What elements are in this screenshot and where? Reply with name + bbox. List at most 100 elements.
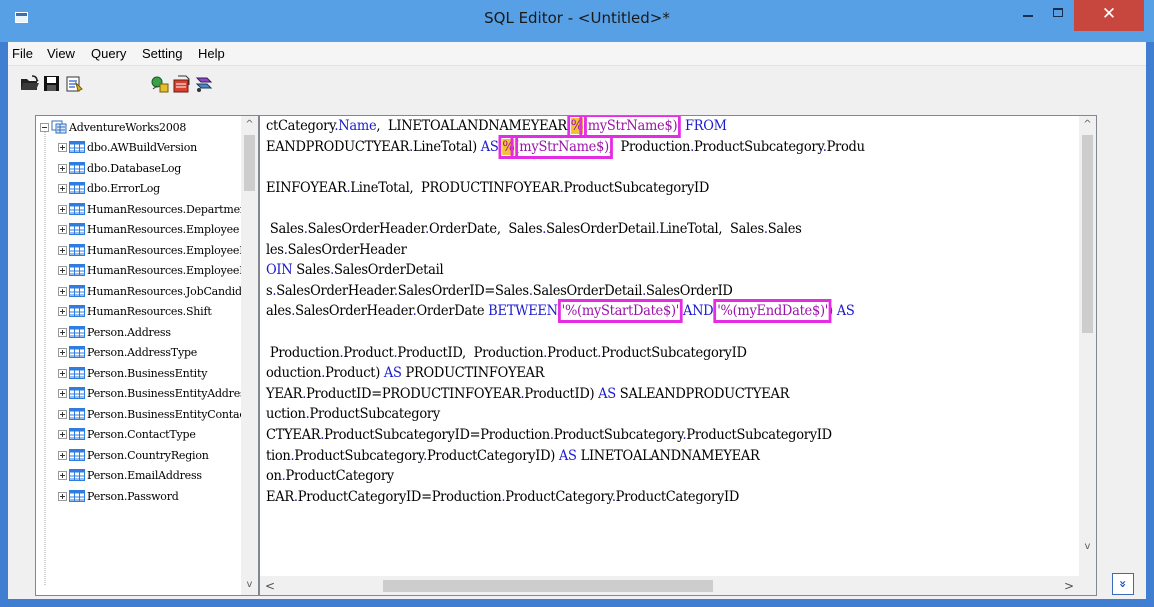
sql-text: YEAR xyxy=(266,385,303,402)
expand-panel-button[interactable]: » xyxy=(1112,573,1134,595)
expand-icon[interactable] xyxy=(58,245,67,255)
tree-node-label: HumanResources.Department xyxy=(87,202,241,216)
table-icon xyxy=(69,325,85,339)
expand-icon[interactable] xyxy=(58,204,67,214)
table-icon xyxy=(69,243,85,257)
code-line: on.ProductCategory xyxy=(266,468,394,484)
sql-text: OrderDate xyxy=(416,303,489,320)
title-bar[interactable]: SQL Editor - <Untitled>* ✕ xyxy=(0,0,1154,42)
code-line: Production.Product.ProductID, Production… xyxy=(266,345,747,361)
minimize-button[interactable] xyxy=(1014,0,1042,31)
import-data-icon[interactable] xyxy=(172,74,192,94)
tree-node-label: HumanResources.Shift xyxy=(87,305,212,318)
options-icon[interactable] xyxy=(194,74,214,94)
expand-icon[interactable] xyxy=(58,409,67,419)
sql-text: ProductSubcategoryID xyxy=(601,344,747,361)
expand-icon[interactable] xyxy=(58,450,67,460)
sql-text: LineTotal, PRODUCTINFOYEAR xyxy=(350,179,560,196)
tree-vertical-scrollbar[interactable]: ^ v xyxy=(241,116,258,595)
expand-icon[interactable] xyxy=(58,471,67,480)
expand-icon[interactable] xyxy=(58,389,67,398)
sql-text: OrderDate, Sales xyxy=(429,221,543,237)
expand-icon[interactable] xyxy=(58,368,67,378)
tree-node-label: dbo.ErrorLog xyxy=(87,182,161,195)
close-button[interactable]: ✕ xyxy=(1074,0,1144,31)
sql-keyword: ) AS xyxy=(828,303,855,320)
query-builder-icon[interactable] xyxy=(150,74,170,94)
table-icon xyxy=(69,222,85,236)
tree-root-label: AdventureWorks2008 xyxy=(69,121,187,134)
editor-scroll-thumb[interactable] xyxy=(1082,135,1093,333)
execute-query-icon[interactable] xyxy=(64,74,84,94)
sql-text: SalesOrderHeader xyxy=(276,282,394,299)
table-icon xyxy=(69,161,85,175)
code-line: s.SalesOrderHeader.SalesOrderID=Sales.Sa… xyxy=(266,283,733,299)
expand-icon[interactable] xyxy=(58,184,67,193)
code-line: EANDPRODUCTYEAR.LineTotal) AS %(myStrNam… xyxy=(266,134,865,159)
macro-variable-highlight: '%(myEndDate$)' xyxy=(713,299,832,324)
expand-icon[interactable] xyxy=(58,286,67,296)
menu-bar: File View Query Setting Help xyxy=(8,42,1146,66)
menu-query[interactable]: Query xyxy=(91,46,126,61)
open-folder-icon[interactable] xyxy=(20,74,40,94)
menu-view[interactable]: View xyxy=(47,46,75,61)
expand-icon[interactable] xyxy=(58,430,67,439)
table-icon xyxy=(69,202,85,216)
window-title: SQL Editor - <Untitled>* xyxy=(484,9,670,27)
expand-icon[interactable] xyxy=(58,266,67,275)
sql-text: SalesOrderID=Sales xyxy=(397,282,529,299)
editor-vertical-scrollbar[interactable]: ^ v xyxy=(1079,116,1096,576)
expand-icon[interactable] xyxy=(58,225,67,234)
tree-scroll-up-arrow[interactable]: ^ xyxy=(241,116,258,133)
sql-text: , LINETOALANDNAMEYEAR xyxy=(376,118,567,134)
object-tree-content: AdventureWorks2008 dbo.AWBuildVersion dbo… xyxy=(36,116,241,595)
toolbar xyxy=(8,67,1146,103)
object-tree[interactable]: AdventureWorks2008 dbo.AWBuildVersion dbo… xyxy=(35,115,259,596)
code-line: ales.SalesOrderHeader.OrderDate BETWEEN … xyxy=(266,299,855,324)
sql-text: ProductCategoryID=Production xyxy=(297,488,502,505)
menu-setting[interactable]: Setting xyxy=(142,46,182,61)
expand-icon[interactable] xyxy=(58,143,67,152)
tree-node-label: Person.ContactType xyxy=(87,428,196,441)
editor-scroll-down-arrow[interactable]: v xyxy=(1079,538,1096,555)
sql-text: ProductSubcategory xyxy=(294,447,424,464)
sql-keyword: BETWEEN xyxy=(488,303,562,320)
sql-text: ProductSubcategory xyxy=(553,427,683,443)
table-icon xyxy=(69,304,85,318)
expand-icon[interactable] xyxy=(58,307,67,316)
sql-text: SalesOrderDetail xyxy=(546,221,656,237)
sql-text: EANDPRODUCTYEAR xyxy=(266,138,410,155)
editor-scroll-up-arrow[interactable]: ^ xyxy=(1079,116,1096,133)
sql-text: CTYEAR xyxy=(266,427,321,443)
minimize-icon xyxy=(1023,15,1033,17)
table-icon xyxy=(69,345,85,359)
save-icon[interactable] xyxy=(42,74,62,94)
sql-code-area[interactable]: ctCategory.Name, LINETOALANDNAMEYEAR.%(m… xyxy=(260,116,1079,576)
sql-text: ProductSubcategory xyxy=(694,138,823,155)
sql-text: ProductID=PRODUCTINFOYEAR xyxy=(306,385,521,402)
code-line: oduction.Product) AS PRODUCTINFOYEAR xyxy=(266,365,544,381)
table-icon xyxy=(69,181,85,195)
macro-variable-marker: % xyxy=(567,116,587,138)
expand-icon[interactable] xyxy=(58,348,67,357)
macro-variable-highlight: '%(myStartDate$)' xyxy=(557,299,683,324)
tree-node-label: Person.BusinessEntityAddress xyxy=(87,387,241,400)
table-icon xyxy=(69,468,85,482)
sql-text: Product xyxy=(343,344,394,361)
tree-scroll-thumb[interactable] xyxy=(244,135,255,191)
code-line: EAR.ProductCategoryID=Production.Product… xyxy=(266,489,739,505)
tree-node-label: dbo.DatabaseLog xyxy=(87,161,182,175)
sql-editor-panel[interactable]: ctCategory.Name, LINETOALANDNAMEYEAR.%(m… xyxy=(259,115,1097,596)
sql-text: les xyxy=(266,241,284,258)
menu-help[interactable]: Help xyxy=(198,46,225,61)
collapse-icon[interactable] xyxy=(40,123,49,132)
expand-icon[interactable] xyxy=(58,163,67,173)
expand-icon[interactable] xyxy=(58,491,67,501)
code-line: ctCategory.Name, LINETOALANDNAMEYEAR.%(m… xyxy=(266,116,727,138)
maximize-button[interactable] xyxy=(1044,0,1072,31)
menu-file[interactable]: File xyxy=(12,46,33,61)
sql-keyword: OIN xyxy=(266,262,297,279)
expand-icon[interactable] xyxy=(58,327,67,337)
sql-text: SalesOrderID xyxy=(645,282,733,299)
sql-text: Produ xyxy=(826,138,865,155)
